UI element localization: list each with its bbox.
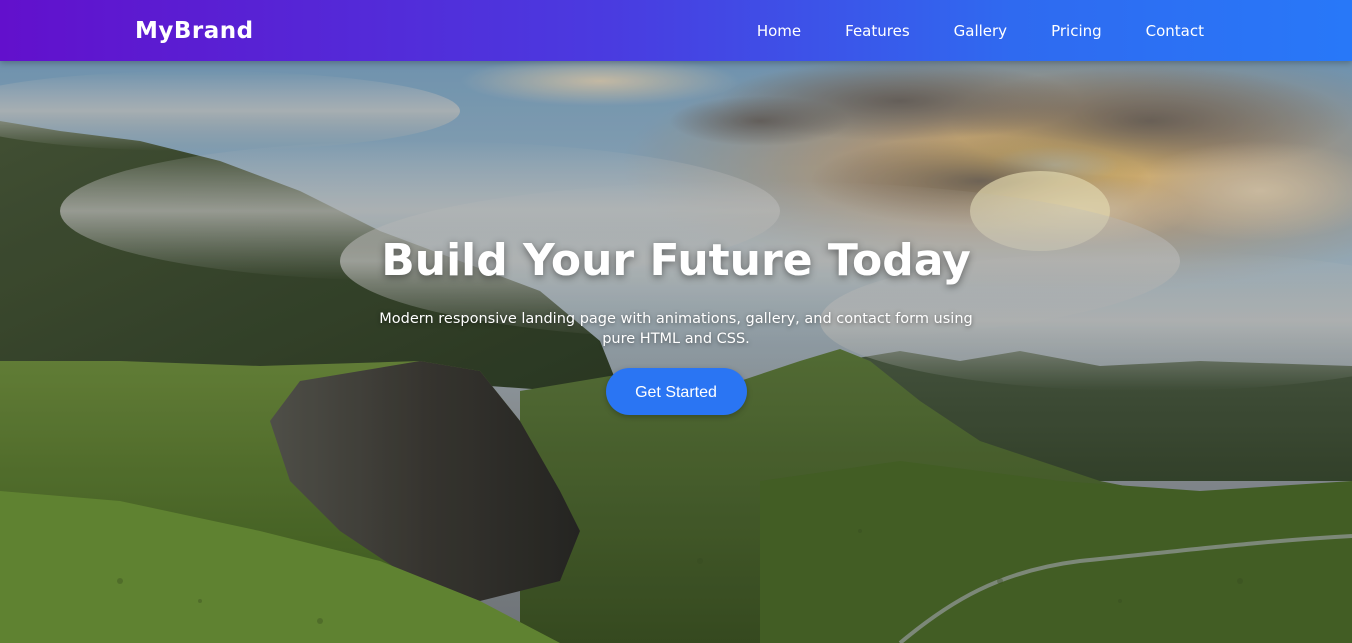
nav-link-features[interactable]: Features	[845, 22, 910, 40]
nav-links: Home Features Gallery Pricing Contact	[757, 0, 1204, 61]
nav-link-pricing[interactable]: Pricing	[1051, 22, 1102, 40]
brand-logo[interactable]: MyBrand	[135, 15, 254, 47]
hero-subtitle: Modern responsive landing page with anim…	[379, 311, 973, 347]
nav-link-contact[interactable]: Contact	[1146, 22, 1204, 40]
hero-section: Build Your Future Today Modern responsiv…	[0, 61, 1352, 643]
navbar: MyBrand Home Features Gallery Pricing Co…	[0, 0, 1352, 61]
hero-content: Build Your Future Today Modern responsiv…	[0, 229, 1352, 415]
nav-link-home[interactable]: Home	[757, 22, 801, 40]
nav-link-gallery[interactable]: Gallery	[954, 22, 1007, 40]
hero-title: Build Your Future Today	[381, 235, 971, 286]
get-started-button[interactable]: Get Started	[605, 368, 747, 415]
